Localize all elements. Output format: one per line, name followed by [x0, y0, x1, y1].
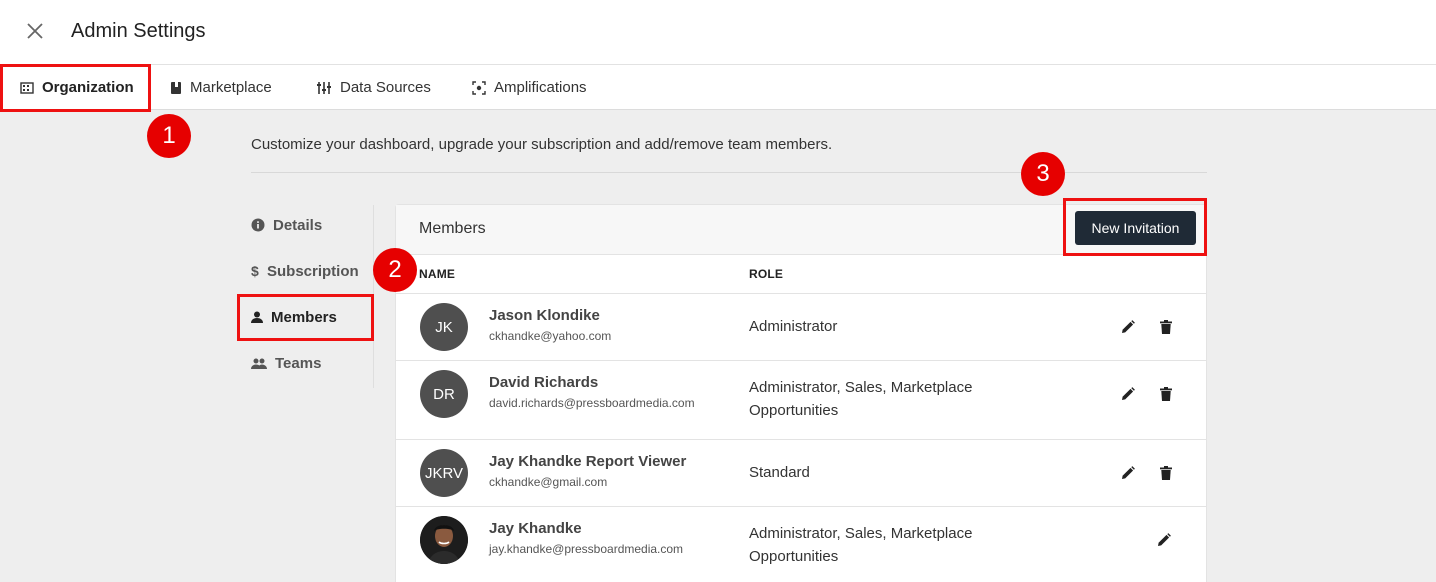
pencil-icon [1122, 466, 1135, 479]
tab-label: Marketplace [190, 79, 272, 96]
tab-label: Data Sources [340, 79, 431, 96]
member-email: ckhandke@yahoo.com [489, 329, 612, 343]
side-item-label: Members [271, 308, 337, 326]
member-email: jay.khandke@pressboardmedia.com [489, 542, 684, 556]
edit-button[interactable] [1155, 531, 1173, 549]
annotation-badge-1: 1 [147, 114, 191, 158]
edit-button[interactable] [1119, 385, 1137, 403]
avatar [420, 516, 468, 564]
side-item-label: Subscription [267, 262, 359, 280]
members-panel-header: Members New Invitation [396, 205, 1206, 255]
side-nav-separator [373, 205, 374, 388]
trash-icon [1160, 466, 1172, 480]
annotation-badge-3: 3 [1021, 152, 1065, 196]
pencil-icon [1122, 320, 1135, 333]
members-title: Members [419, 220, 486, 237]
pencil-icon [1122, 387, 1135, 400]
member-role: Administrator [749, 318, 838, 335]
member-name: Jason Klondike [489, 307, 600, 324]
table-row: DR David Richards david.richards@pressbo… [396, 361, 1206, 440]
tab-label: Organization [42, 79, 134, 96]
delete-button[interactable] [1157, 385, 1175, 403]
trash-icon [1160, 320, 1172, 334]
member-role: Standard [749, 464, 810, 481]
tab-data-sources[interactable]: Data Sources [317, 65, 431, 110]
members-panel: Members New Invitation NAME ROLE JK Jaso… [395, 204, 1207, 582]
edit-button[interactable] [1119, 464, 1137, 482]
side-item-members[interactable]: Members [251, 302, 337, 332]
side-item-subscription[interactable]: $ Subscription [251, 256, 359, 286]
close-button[interactable] [22, 18, 48, 44]
sliders-icon [317, 81, 331, 94]
member-role: Administrator, Sales, Marketplace Opport… [749, 379, 973, 419]
member-name: Jay Khandke [489, 520, 582, 537]
table-row: Jay Khandke jay.khandke@pressboardmedia.… [396, 507, 1206, 582]
avatar: JK [420, 303, 468, 351]
tab-label: Amplifications [494, 79, 587, 96]
tab-bar: Organization Marketplace Data Sources Am… [0, 65, 1436, 110]
tab-marketplace[interactable]: Marketplace [170, 65, 272, 110]
profile-photo [420, 516, 468, 564]
page-title: Admin Settings [71, 20, 206, 42]
new-invitation-button[interactable]: New Invitation [1075, 211, 1196, 245]
edit-button[interactable] [1119, 318, 1137, 336]
info-icon [251, 218, 265, 232]
member-name: Jay Khandke Report Viewer [489, 453, 687, 470]
building-icon [20, 81, 34, 94]
trash-icon [1160, 387, 1172, 401]
column-header-name[interactable]: NAME [419, 267, 455, 281]
member-email: david.richards@pressboardmedia.com [489, 396, 695, 410]
tab-organization[interactable]: Organization [20, 65, 134, 110]
delete-button[interactable] [1157, 464, 1175, 482]
book-icon [171, 81, 181, 94]
annotation-badge-2: 2 [373, 248, 417, 292]
member-role: Administrator, Sales, Marketplace Opport… [749, 525, 973, 565]
close-icon [27, 23, 43, 39]
page-subtitle: Customize your dashboard, upgrade your s… [251, 136, 833, 153]
tab-amplifications[interactable]: Amplifications [472, 65, 587, 110]
avatar: DR [420, 370, 468, 418]
table-row: JKRV Jay Khandke Report Viewer ckhandke@… [396, 440, 1206, 507]
header: Admin Settings [0, 0, 1436, 65]
side-item-label: Details [273, 216, 323, 234]
focus-icon [472, 80, 486, 95]
dollar-icon: $ [251, 263, 259, 279]
side-item-label: Teams [275, 354, 322, 372]
member-name: David Richards [489, 374, 599, 391]
pencil-icon [1158, 533, 1171, 546]
column-header-role[interactable]: ROLE [749, 267, 783, 281]
avatar: JKRV [420, 449, 468, 497]
side-item-teams[interactable]: Teams [251, 348, 321, 378]
group-icon [251, 358, 267, 369]
person-icon [251, 311, 263, 323]
side-item-details[interactable]: Details [251, 210, 322, 240]
delete-button[interactable] [1157, 318, 1175, 336]
member-email: ckhandke@gmail.com [489, 475, 608, 489]
table-row: JK Jason Klondike ckhandke@yahoo.com Adm… [396, 294, 1206, 361]
